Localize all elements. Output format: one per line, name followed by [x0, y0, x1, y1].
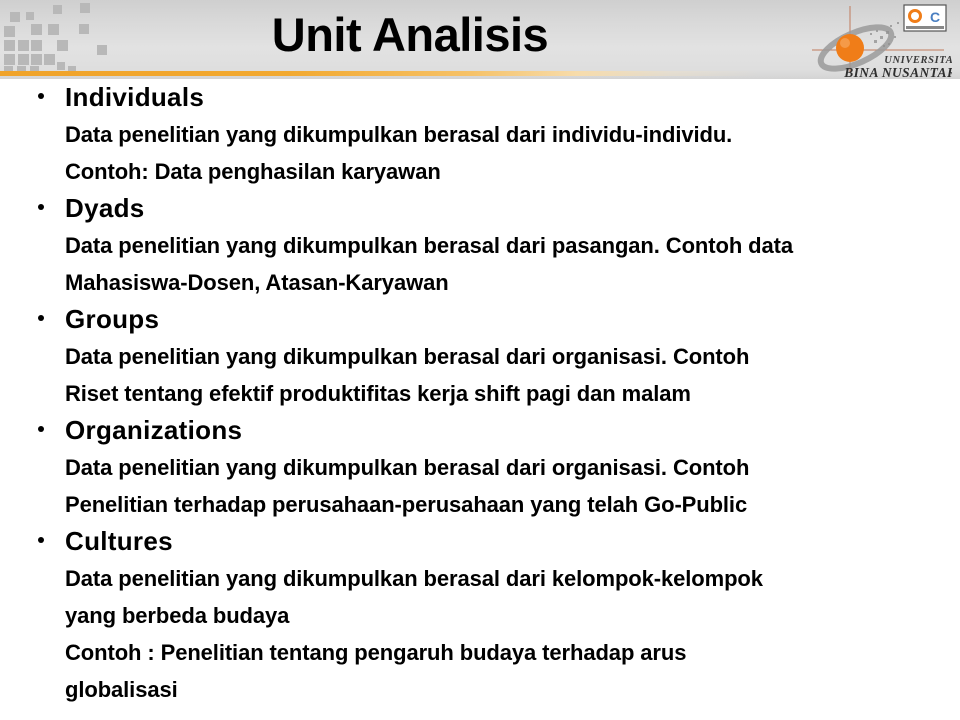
bullet-body-line: Penelitian terhadap perusahaan-perusahaa…: [65, 492, 748, 517]
bullet-marker-icon: [38, 204, 44, 210]
page-title: Unit Analisis: [271, 8, 549, 61]
bullet-heading: Dyads: [65, 193, 145, 223]
bullet-item: Cultures Data penelitian yang dikumpulkan…: [0, 523, 960, 708]
bullet-body-line: Data penelitian yang dikumpulkan berasal…: [65, 566, 763, 591]
bullet-marker-icon: [38, 426, 44, 432]
bullet-marker-icon: [38, 537, 44, 543]
presentation-slide: Unit Analisis C UNIVERSIT BINA NUSANTA I…: [0, 0, 960, 720]
slide-body: Individuals Data penelitian yang dikumpul…: [0, 79, 960, 720]
svg-text:C: C: [930, 9, 940, 25]
bullet-heading: Cultures: [65, 526, 173, 556]
bullet-body-line: Contoh: Data penghasilan karyawan: [65, 159, 441, 184]
bullet-body-line: Mahasiswa-Dosen, Atasan-Karyawan: [65, 270, 449, 295]
bullet-item: Individuals Data penelitian yang dikumpul…: [0, 79, 960, 190]
bullet-body-line: Riset tentang efektif produktifitas kerj…: [65, 381, 691, 406]
bullet-body-line: yang berbeda budaya: [65, 603, 290, 628]
slide-header: Unit Analisis C UNIVERSIT BINA NUSANTA: [0, 0, 960, 79]
bullet-body-line: Data penelitian yang dikumpulkan berasal…: [65, 233, 794, 258]
bullet-heading: Groups: [65, 304, 160, 334]
certification-badge-icon: C: [903, 4, 947, 32]
bullet-body-line: Contoh : Penelitian tentang pengaruh bud…: [65, 640, 687, 665]
bullet-body-line: Data penelitian yang dikumpulkan berasal…: [65, 122, 733, 147]
bullet-marker-icon: [38, 315, 44, 321]
bullet-heading: Individuals: [65, 82, 205, 112]
accent-divider: [0, 71, 760, 76]
bullet-item: Dyads Data penelitian yang dikumpulkan be…: [0, 190, 960, 301]
bullet-item: Organizations Data penelitian yang dikump…: [0, 412, 960, 523]
bullet-item: Groups Data penelitian yang dikumpulkan b…: [0, 301, 960, 412]
logo-line-2: BINA NUSANTARA: [843, 65, 952, 79]
bullet-marker-icon: [38, 93, 44, 99]
bullet-body-line: globalisasi: [65, 677, 178, 702]
bullet-body-line: Data penelitian yang dikumpulkan berasal…: [65, 344, 750, 369]
bullet-heading: Organizations: [65, 415, 243, 445]
binus-university-logo: C UNIVERSITAS BINA NUSANTARA: [804, 0, 952, 79]
bullet-body-line: Data penelitian yang dikumpulkan berasal…: [65, 455, 750, 480]
